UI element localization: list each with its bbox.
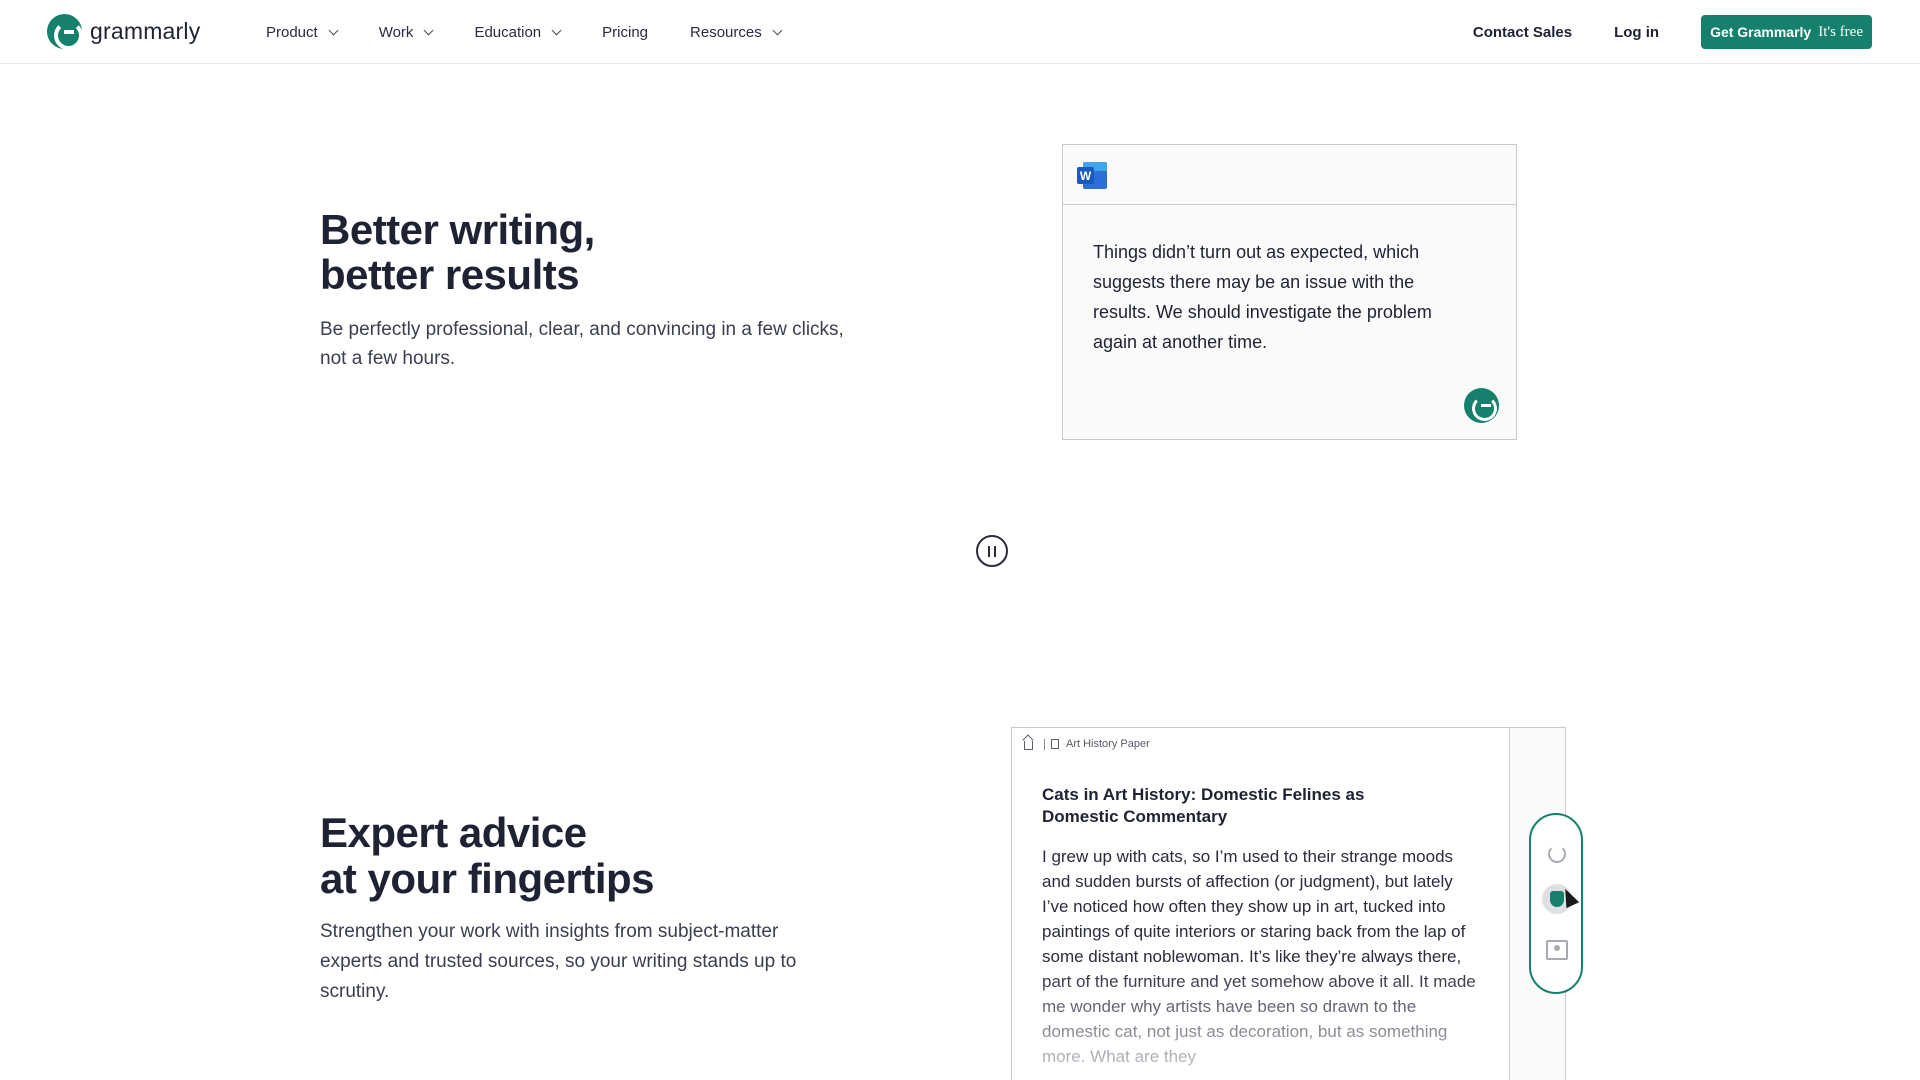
word-toolbar: W	[1063, 145, 1516, 205]
chevron-down-icon	[423, 25, 434, 35]
breadcrumb: Art History Paper	[1024, 738, 1150, 750]
grammarly-badge-icon[interactable]	[1464, 388, 1499, 423]
chevron-down-icon	[328, 25, 339, 35]
nav-item-label: Resources	[690, 23, 762, 41]
get-grammarly-button[interactable]: Get Grammarly It's free	[1701, 15, 1872, 49]
nav-item-resources[interactable]: Resources	[690, 23, 783, 41]
home-icon[interactable]	[1024, 741, 1033, 750]
word-demo-card: W Things didn’t turn out as expected, wh…	[1062, 144, 1517, 440]
pause-icon	[988, 545, 990, 557]
nav-item-education[interactable]: Education	[474, 23, 562, 41]
section1-subtitle: Be perfectly professional, clear, and co…	[320, 315, 880, 373]
subtitle-line: Strengthen your work with insights from …	[320, 921, 779, 942]
document-icon	[1051, 739, 1059, 749]
word-icon: W	[1077, 162, 1107, 189]
nav-item-pricing[interactable]: Pricing	[602, 24, 648, 41]
subtitle-line: scrutiny.	[320, 981, 390, 1002]
pause-button[interactable]	[976, 535, 1008, 567]
pause-icon	[994, 545, 996, 557]
doc-title: Cats in Art History: Domestic Felines as…	[1042, 785, 1365, 826]
title-line: Better writing,	[320, 206, 595, 253]
grammarly-logo-icon	[47, 14, 83, 50]
nav-item-label: Product	[266, 23, 318, 41]
cta-main-label: Get Grammarly	[1710, 24, 1812, 40]
section1-title: Better writing, better results	[320, 207, 595, 297]
nav-item-work[interactable]: Work	[378, 23, 434, 41]
breadcrumb-separator	[1044, 738, 1045, 750]
nav-item-label: Education	[474, 23, 542, 41]
chevron-down-icon	[551, 25, 562, 35]
title-line: better results	[320, 251, 580, 298]
nav-right: Contact Sales Log in Get Grammarly It's …	[1473, 0, 1872, 64]
nav-item-label: Pricing	[602, 23, 649, 41]
section2-subtitle: Strengthen your work with insights from …	[320, 917, 880, 1007]
image-icon[interactable]	[1546, 940, 1568, 960]
subtitle-line: not a few hours.	[320, 348, 456, 369]
logo-text: grammarly	[90, 18, 201, 44]
chevron-down-icon	[772, 25, 783, 35]
subtitle-line: Be perfectly professional, clear, and co…	[320, 319, 844, 340]
login-link[interactable]: Log in	[1614, 24, 1659, 41]
nav-links: Product Work Education Pricing Resources	[266, 0, 823, 64]
nav-item-product[interactable]: Product	[266, 23, 339, 41]
grammarly-logo[interactable]: grammarly	[47, 14, 201, 50]
title-line: at your fingertips	[320, 855, 655, 902]
section2-title: Expert advice at your fingertips	[320, 809, 655, 902]
assistant-toolbar	[1529, 813, 1583, 994]
contact-sales-link[interactable]: Contact Sales	[1473, 24, 1572, 41]
doc-demo-card: Art History Paper Cats in Art History: D…	[1011, 727, 1566, 1080]
breadcrumb-doc-name[interactable]: Art History Paper	[1066, 738, 1150, 750]
title-line: Expert advice	[320, 809, 587, 856]
doc-fade-overlay	[1012, 968, 1509, 1080]
word-demo-text: Things didn’t turn out as expected, whic…	[1093, 242, 1432, 352]
nav-item-label: Work	[378, 23, 414, 41]
cta-free-label: It's free	[1818, 23, 1863, 40]
grammarly-icon[interactable]	[1548, 845, 1566, 863]
top-nav: grammarly Product Work Education Pricing…	[0, 0, 1920, 64]
subtitle-line: experts and trusted sources, so your wri…	[320, 951, 797, 972]
